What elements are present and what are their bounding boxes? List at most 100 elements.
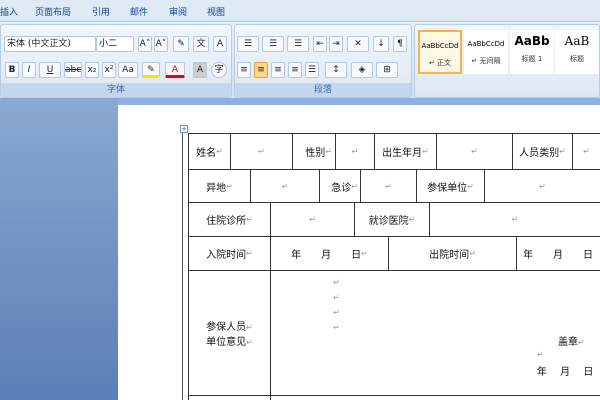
table-cell[interactable]: 性别 ↵ [292,133,336,170]
tab-mailings[interactable]: 邮件 [130,5,148,18]
table-cell[interactable]: ↵ [484,169,600,203]
style-no-spacing[interactable]: AaBbCcDd ↵ 无间隔 [464,30,508,74]
change-case-button[interactable]: Aa [118,62,138,78]
table-cell[interactable]: 参保单位 ↵ [416,169,485,203]
line-spacing-icon[interactable]: ↕ [325,62,347,78]
tab-page-layout[interactable]: 页面布局 [35,5,71,18]
table-cell[interactable] [270,395,600,400]
style-sample: AaBb [514,34,550,48]
font-color-button[interactable]: A [165,62,185,78]
style-sample: AaB [564,34,590,48]
tab-review[interactable]: 审阅 [169,5,187,18]
style-normal[interactable]: AaBbCcDd ↵ 正文 [418,30,462,74]
table-cell[interactable]: ↵ [335,133,375,170]
paragraph-mark: ↵ [361,249,368,258]
cell-text: ↵ [333,278,340,287]
paragraph-mark: ↵ [281,181,289,191]
char-shading-button[interactable]: A [193,62,207,78]
table-cell[interactable]: ↵ [270,202,355,237]
ribbon: 宋体 (中文正文) 小二 A˄ A˅ ✎ 文 A B I U abc x₂ x²… [0,22,600,98]
table-cell[interactable]: 人员类别 ↵ [512,133,573,170]
table-cell[interactable]: ↵ [429,202,600,237]
table-cell[interactable]: 急诊 ↵ [319,169,361,203]
table-cell[interactable]: 住院诊所 ↵ [188,202,271,237]
table-cell[interactable]: ↵ [572,133,600,170]
style-name: ↵ 无间隔 [471,57,501,65]
paragraph-mark: ↵ [325,147,332,156]
numbering-icon[interactable]: ☰ [262,36,284,52]
table-cell[interactable]: ↵ [250,169,320,203]
clear-format-icon[interactable]: ✎ [173,36,189,52]
italic-button[interactable]: I [22,62,36,78]
table-cell[interactable]: 出院时间 ↵ [388,236,517,271]
table-cell[interactable]: 异地 ↵ [188,169,251,203]
paragraph-mark: ↵ [511,215,519,224]
cell-text: 急诊 [331,182,352,194]
table-cell[interactable]: 就诊医院 ↵ [354,202,430,237]
table-cell[interactable]: 出生年月 ↵ [374,133,437,170]
multilevel-list-icon[interactable]: ☰ [287,36,309,52]
tab-references[interactable]: 引用 [92,5,110,18]
increase-indent-icon[interactable]: ⇥ [329,36,343,52]
table-cell[interactable]: ↵ [436,133,513,170]
paragraph-mark: ↵ [537,350,544,359]
show-marks-icon[interactable]: ¶ [393,36,407,52]
paragraph-mark: ↵ [559,147,566,156]
paragraph-mark: ↵ [385,181,392,191]
tab-view[interactable]: 视图 [207,5,225,18]
cell-text: 年 月 日 [291,250,362,261]
table-cell[interactable]: 年 月 日 [516,236,600,271]
paragraph-mark: ↵ [351,147,359,156]
table-cell[interactable] [188,395,271,400]
paragraph-mark: ↵ [246,249,253,258]
cell-text: 参保人员 [206,322,247,333]
distribute-icon[interactable]: ☰ [305,62,319,78]
justify-icon[interactable]: ≡ [288,62,302,78]
cell-text: 年 月 日 [523,250,593,261]
style-name: 标题 1 [521,55,543,63]
font-name-select[interactable]: 宋体 (中文正文) [4,36,96,52]
font-size-select[interactable]: 小二 [96,36,134,52]
align-right-icon[interactable]: ≡ [271,62,285,78]
opinion-cell[interactable]: ↵ ↵ ↵ ↵ 盖章↵ ↵ 年 月 日 [270,270,600,396]
table-cell[interactable]: ↵ [360,169,417,203]
cell-text: 出生年月 [382,148,423,159]
table-cell[interactable]: 参保人员↵ 单位意见↵ [188,270,271,396]
align-left-icon[interactable]: ≡ [237,62,251,78]
strikethrough-button[interactable]: abc [64,62,82,78]
table-cell[interactable]: 入院时间 ↵ [188,236,271,271]
bullets-icon[interactable]: ☰ [237,36,259,52]
table-move-handle-icon[interactable]: + [180,125,188,133]
superscript-button[interactable]: x² [102,62,116,78]
style-name: ↵ 正文 [428,59,452,67]
paragraph-group: ☰ ☰ ☰ ⇤ ⇥ ✕ ↓ ¶ ≡ ≡ ≡ ≡ ☰ ↕ ◈ ⊞ 段落 [234,24,412,98]
shading-icon[interactable]: ◈ [351,62,373,78]
align-center-icon[interactable]: ≡ [254,62,268,78]
highlight-icon[interactable]: ✎ [142,62,160,78]
decrease-indent-icon[interactable]: ⇤ [313,36,327,52]
cell-text: ↵ [333,293,340,302]
font-group-label: 字体 [1,83,231,97]
bold-button[interactable]: B [5,62,19,78]
enclose-char-icon[interactable]: 字 [211,62,227,78]
sort-icon[interactable]: ↓ [373,36,389,52]
phonetic-guide-icon[interactable]: 文 [193,36,209,52]
char-border-icon[interactable]: A [213,36,227,52]
style-name: 标题 [570,55,584,63]
grow-font-button[interactable]: A˄ [138,36,152,52]
style-title[interactable]: AaB 标题 [555,30,599,74]
chinese-layout-icon[interactable]: ✕ [347,36,369,52]
cell-text: 入院时间 [206,250,247,261]
page-gap [118,98,600,105]
style-heading-1[interactable]: AaBb 标题 1 [510,30,554,74]
borders-icon[interactable]: ⊞ [376,62,398,78]
table-cell[interactable]: 年 月 日 ↵ [270,236,389,271]
table-cell[interactable]: 姓名 ↵ [188,133,231,170]
subscript-button[interactable]: x₂ [85,62,99,78]
shrink-font-button[interactable]: A˅ [154,36,168,52]
underline-button[interactable]: U [39,62,61,78]
table-cell[interactable]: ↵ [230,133,293,170]
paragraph-mark: ↵ [246,338,253,347]
paragraph-mark: ↵ [578,338,585,347]
tab-insert[interactable]: 插入 [0,5,18,18]
